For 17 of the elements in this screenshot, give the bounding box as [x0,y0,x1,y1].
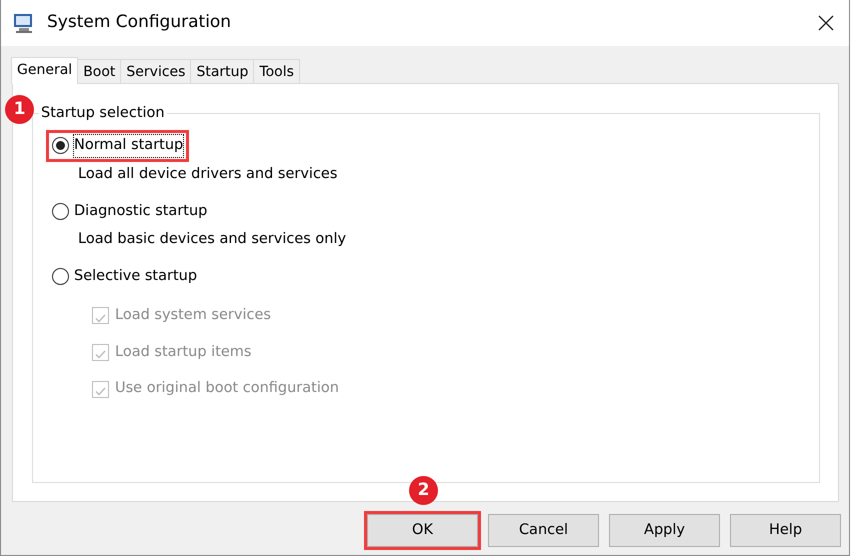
close-icon [818,15,834,31]
radio-button[interactable] [52,202,69,220]
radio-label[interactable]: Normal startup [74,135,184,157]
radio-label[interactable]: Diagnostic startup [74,200,208,222]
tab[interactable]: Tools [253,59,300,83]
radio-label[interactable]: Selective startup [74,266,198,288]
option-description: Load all device drivers and services [78,164,338,184]
radio-button[interactable] [52,137,69,154]
app-icon [13,12,35,34]
dialog-button[interactable]: Apply [609,514,720,547]
dialog-button[interactable]: Cancel [488,514,599,547]
radio-button[interactable] [52,268,69,286]
option-description: Load basic devices and services only [78,230,348,250]
tab[interactable]: General [11,57,78,84]
dialog-button[interactable]: Help [730,514,841,547]
window-title: System Configuration [47,11,232,34]
callout-badge: 1 [5,95,34,124]
